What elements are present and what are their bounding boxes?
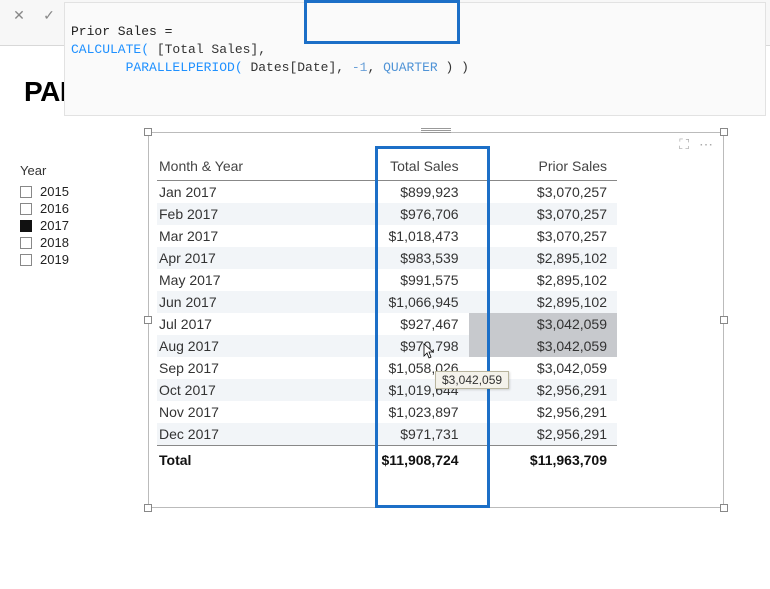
table-total-row[interactable]: Total$11,908,724$11,963,709 — [157, 446, 617, 472]
data-table: Month & Year Total Sales Prior Sales Jan… — [157, 154, 617, 471]
formula-bar: ✕ ✓ Prior Sales = CALCULATE( [Total Sale… — [0, 0, 770, 46]
slicer-item-label: 2018 — [40, 235, 69, 250]
resize-handle-bl[interactable] — [144, 504, 152, 512]
formula-annotation-box — [304, 0, 460, 44]
col-header-prior-sales[interactable]: Prior Sales — [469, 154, 617, 181]
year-slicer[interactable]: Year 2015 2016 2017 2018 2019 — [20, 163, 120, 269]
checkbox-icon — [20, 203, 32, 215]
resize-handle-ml[interactable] — [144, 316, 152, 324]
slicer-item-2017[interactable]: 2017 — [20, 218, 120, 233]
formula-arg-total-sales: [Total Sales], — [149, 42, 274, 57]
col-header-total-sales[interactable]: Total Sales — [320, 154, 468, 181]
slicer-item-2015[interactable]: 2015 — [20, 184, 120, 199]
table-row[interactable]: Nov 2017$1,023,897$2,956,291 — [157, 401, 617, 423]
resize-handle-mr[interactable] — [720, 316, 728, 324]
table-row[interactable]: Jan 2017$899,923$3,070,257 — [157, 181, 617, 204]
visual-drag-grip[interactable] — [421, 127, 451, 133]
slicer-item-2019[interactable]: 2019 — [20, 252, 120, 267]
formula-close-parens: ) ) — [438, 60, 469, 75]
table-row[interactable]: May 2017$991,575$2,895,102 — [157, 269, 617, 291]
table-row[interactable]: Apr 2017$983,539$2,895,102 — [157, 247, 617, 269]
slicer-item-label: 2015 — [40, 184, 69, 199]
checkbox-icon — [20, 220, 32, 232]
formula-arg-interval: QUARTER — [383, 60, 438, 75]
checkbox-icon — [20, 237, 32, 249]
slicer-item-2018[interactable]: 2018 — [20, 235, 120, 250]
hovered-cell: $3,042,059 — [469, 313, 617, 335]
cell-tooltip: $3,042,059 — [435, 371, 509, 389]
table-row[interactable]: Aug 2017$970,798$3,042,059 — [157, 335, 617, 357]
checkbox-icon — [20, 186, 32, 198]
formula-fn-calculate: CALCULATE( — [71, 42, 149, 57]
more-options-icon[interactable]: ⋯ — [699, 136, 713, 153]
table-row[interactable]: Jun 2017$1,066,945$2,895,102 — [157, 291, 617, 313]
col-header-month[interactable]: Month & Year — [157, 154, 320, 181]
slicer-item-2016[interactable]: 2016 — [20, 201, 120, 216]
slicer-item-label: 2017 — [40, 218, 69, 233]
table-row[interactable]: Sep 2017$1,058,026$3,042,059 — [157, 357, 617, 379]
formula-arg-offset: -1 — [352, 60, 368, 75]
table-row[interactable]: Feb 2017$976,706$3,070,257 — [157, 203, 617, 225]
formula-measure-name: Prior Sales = — [71, 24, 180, 39]
formula-fn-parallelperiod: PARALLELPERIOD( — [126, 60, 243, 75]
focus-mode-icon[interactable]: ⛶ — [679, 136, 689, 153]
table-row[interactable]: Jul 2017$927,467$3,042,059 — [157, 313, 617, 335]
formula-commit-button[interactable]: ✓ — [38, 4, 60, 26]
formula-cancel-button[interactable]: ✕ — [8, 4, 30, 26]
resize-handle-tl[interactable] — [144, 128, 152, 136]
checkbox-icon — [20, 254, 32, 266]
formula-arg-dates: Dates[Date] — [243, 60, 337, 75]
formula-editor[interactable]: Prior Sales = CALCULATE( [Total Sales], … — [64, 2, 766, 116]
visual-action-bar: ⛶ ⋯ — [679, 136, 713, 153]
table-row[interactable]: Mar 2017$1,018,473$3,070,257 — [157, 225, 617, 247]
resize-handle-tr[interactable] — [720, 128, 728, 136]
resize-handle-br[interactable] — [720, 504, 728, 512]
table-row[interactable]: Dec 2017$971,731$2,956,291 — [157, 423, 617, 446]
slicer-item-label: 2019 — [40, 252, 69, 267]
slicer-item-label: 2016 — [40, 201, 69, 216]
table-row[interactable]: Oct 2017$1,019,644$2,956,291 — [157, 379, 617, 401]
slicer-title: Year — [20, 163, 120, 178]
